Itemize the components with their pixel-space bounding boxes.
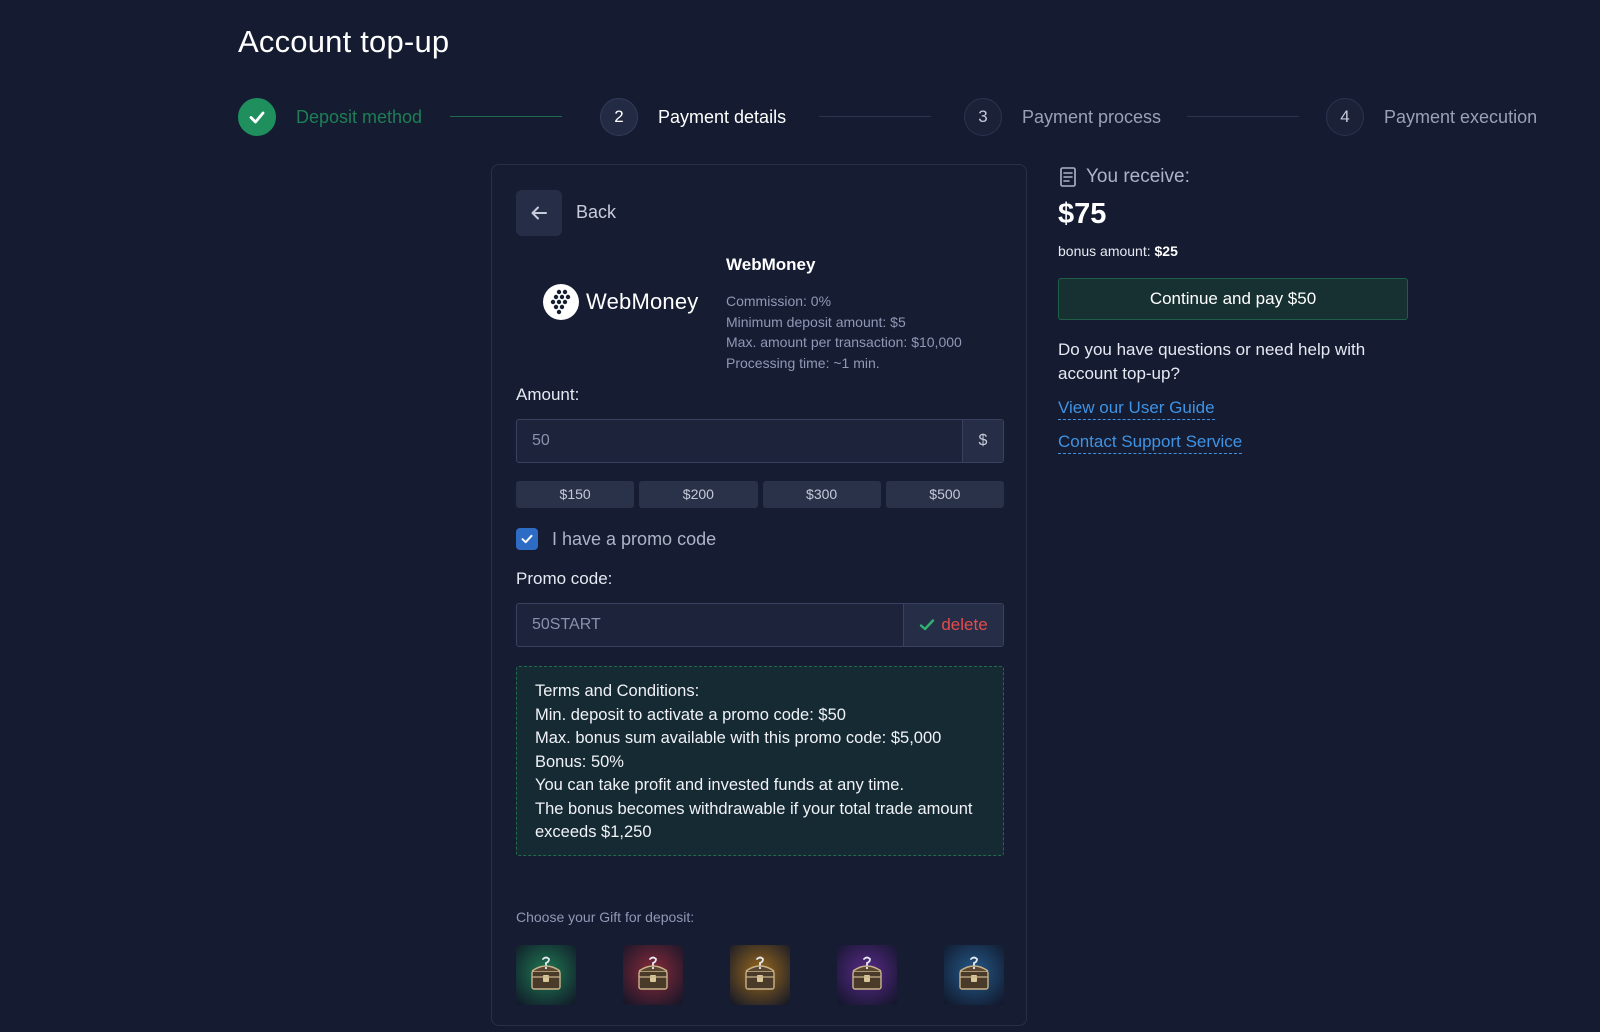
user-guide-link[interactable]: View our User Guide <box>1058 398 1215 420</box>
step-label: Payment details <box>658 106 787 127</box>
step-label: Payment execution <box>1384 106 1538 127</box>
continue-pay-button[interactable]: Continue and pay $50 <box>1058 278 1408 320</box>
step-label: Deposit method <box>296 106 423 127</box>
check-icon <box>920 619 935 631</box>
terms-line: Min. deposit to activate a promo code: $… <box>535 705 846 724</box>
gift-list <box>516 945 1004 1005</box>
bonus-amount: bonus amount: $25 <box>1058 243 1178 259</box>
step-deposit-method[interactable]: Deposit method <box>238 97 422 137</box>
page-title: Account top-up <box>238 24 450 59</box>
terms-title: Terms and Conditions: <box>535 682 700 700</box>
gift-gold-chest[interactable] <box>730 945 790 1005</box>
promo-checkbox[interactable] <box>516 528 538 550</box>
method-info: Commission: 0% Minimum deposit amount: $… <box>726 291 962 373</box>
terms-line: Max. bonus sum available with this promo… <box>535 729 942 747</box>
max-amount-text: Max. amount per transaction: $10,000 <box>726 334 962 350</box>
stepper: Deposit method 2 Payment details 3 Payme… <box>238 97 1538 137</box>
step-payment-details: 2 Payment details <box>600 97 786 137</box>
min-deposit-text: Minimum deposit amount: $5 <box>726 313 906 330</box>
processing-time-text: Processing time: ~1 min. <box>726 354 880 371</box>
gift-purple-chest[interactable] <box>837 945 897 1005</box>
arrow-left-icon <box>531 206 547 220</box>
step-number: 3 <box>964 98 1002 136</box>
gift-blue-chest[interactable] <box>944 945 1004 1005</box>
logo-text: WebMoney <box>586 289 699 314</box>
treasure-chest-icon <box>638 956 668 990</box>
step-payment-process: 3 Payment process <box>964 97 1161 137</box>
terms-line: You can take profit and invested funds a… <box>535 776 905 794</box>
commission-text: Commission: 0% <box>726 293 832 309</box>
terms-line: Bonus: 50% <box>535 752 624 771</box>
treasure-chest-icon <box>745 956 775 990</box>
step-payment-execution: 4 Payment execution <box>1326 97 1537 137</box>
quick-amount-button[interactable]: $500 <box>885 481 1004 508</box>
gift-red-chest[interactable] <box>623 945 683 1005</box>
step-number: 2 <box>600 98 638 136</box>
bonus-label: bonus amount: <box>1058 243 1151 259</box>
delete-promo-button[interactable]: delete <box>903 604 1003 646</box>
treasure-chest-icon <box>852 956 882 990</box>
treasure-chest-icon <box>531 956 561 990</box>
promo-code-toggle[interactable]: I have a promo code <box>516 528 716 550</box>
currency-suffix: $ <box>962 420 1003 462</box>
promo-code-value[interactable]: 50START <box>517 604 903 646</box>
webmoney-logo: WebMoney <box>542 283 698 321</box>
step-connector <box>1187 116 1299 117</box>
receive-header: You receive: <box>1058 166 1190 188</box>
promo-code-input[interactable]: 50START delete <box>516 603 1004 647</box>
gift-green-chest[interactable] <box>516 945 576 1005</box>
receipt-icon <box>1060 167 1076 187</box>
top-up-page: Account top-up Deposit method 2 Payment … <box>0 0 1600 1032</box>
support-link[interactable]: Contact Support Service <box>1058 432 1243 454</box>
back-button[interactable] <box>516 190 562 236</box>
check-icon <box>238 98 276 136</box>
step-connector <box>450 116 562 117</box>
quick-amount-button[interactable]: $200 <box>639 481 758 508</box>
receive-label: You receive: <box>1086 166 1190 187</box>
step-label: Payment process <box>1022 106 1162 127</box>
promo-code-label: Promo code: <box>516 569 613 588</box>
method-name: WebMoney <box>726 255 816 274</box>
help-text: Do you have questions or need help with … <box>1058 340 1366 383</box>
treasure-chest-icon <box>959 956 989 990</box>
checkmark-icon <box>521 534 533 544</box>
quick-amounts: $150 $200 $300 $500 <box>516 481 1004 508</box>
back-label[interactable]: Back <box>576 202 616 223</box>
promo-checkbox-label[interactable]: I have a promo code <box>552 529 716 550</box>
receive-amount: $75 <box>1058 198 1107 230</box>
amount-label: Amount: <box>516 385 580 404</box>
terms-line: The bonus becomes withdrawable if your t… <box>535 799 973 842</box>
webmoney-globe-icon <box>543 284 579 320</box>
step-connector <box>819 116 931 117</box>
step-number: 4 <box>1326 98 1364 136</box>
amount-value[interactable]: 50 <box>517 420 962 462</box>
gift-title: Choose your Gift for deposit: <box>516 909 695 925</box>
quick-amount-button[interactable]: $300 <box>762 481 881 508</box>
quick-amount-button[interactable]: $150 <box>516 481 635 508</box>
delete-label[interactable]: delete <box>941 615 987 635</box>
terms-box: Terms and Conditions: Min. deposit to ac… <box>516 666 1004 856</box>
payment-details-card: Back WebMoney WebMoney Commission: 0% Mi… <box>491 164 1027 1026</box>
amount-input[interactable]: 50 $ <box>516 419 1004 463</box>
bonus-value: $25 <box>1154 243 1178 259</box>
